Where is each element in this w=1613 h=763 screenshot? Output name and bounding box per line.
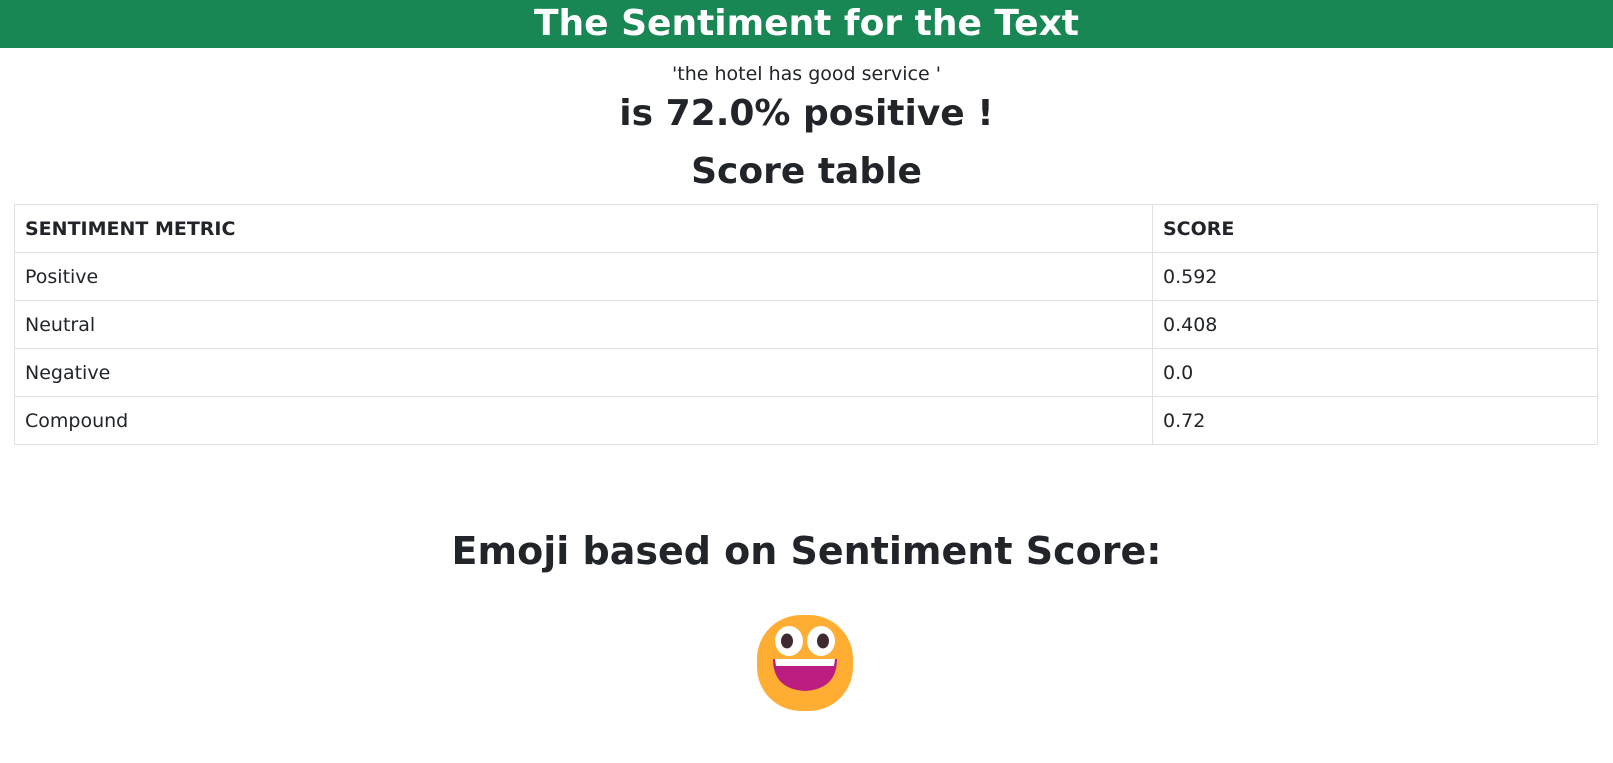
page-title: The Sentiment for the Text (533, 3, 1080, 44)
metric-cell: Negative (14, 348, 1153, 397)
column-header-metric: SENTIMENT METRIC (14, 204, 1153, 253)
score-table: SENTIMENT METRIC SCORE Positive 0.592 Ne… (14, 204, 1598, 445)
grinning-face-icon (755, 613, 855, 713)
metric-cell: Compound (14, 396, 1153, 445)
sentiment-result: is 72.0% positive ! (619, 93, 994, 134)
header-bar: The Sentiment for the Text (0, 0, 1613, 48)
score-cell: 0.592 (1152, 252, 1598, 301)
score-cell: 0.72 (1152, 396, 1598, 445)
table-row: Positive 0.592 (14, 252, 1598, 301)
metric-cell: Positive (14, 252, 1153, 301)
table-row: Compound 0.72 (14, 396, 1598, 445)
table-row: Negative 0.0 (14, 348, 1598, 397)
table-header-row: SENTIMENT METRIC SCORE (14, 204, 1598, 253)
metric-cell: Neutral (14, 300, 1153, 349)
column-header-score: SCORE (1152, 204, 1598, 253)
score-table-heading: Score table (691, 151, 922, 192)
emoji-heading: Emoji based on Sentiment Score: (451, 529, 1162, 573)
score-cell: 0.0 (1152, 348, 1598, 397)
score-cell: 0.408 (1152, 300, 1598, 349)
analyzed-text: 'the hotel has good service ' (672, 63, 941, 85)
table-row: Neutral 0.408 (14, 300, 1598, 349)
